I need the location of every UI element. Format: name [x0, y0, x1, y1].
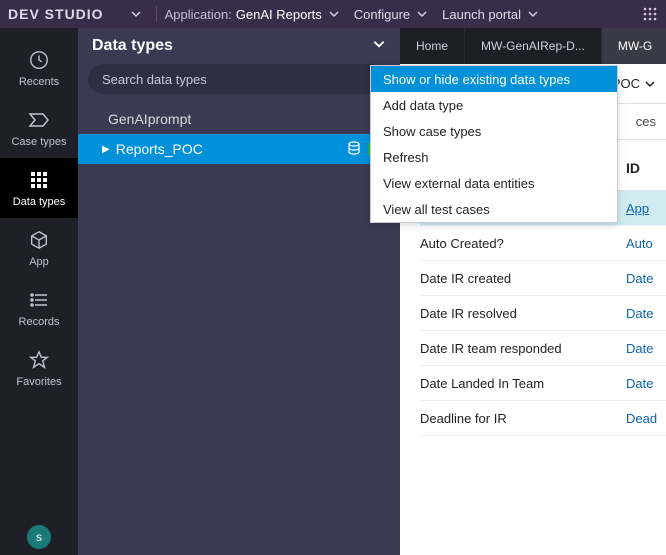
- cell-id[interactable]: Auto: [626, 236, 666, 251]
- tab-item[interactable]: MW-GenAIRep-D...: [465, 28, 602, 64]
- dropdown-item[interactable]: Refresh: [371, 144, 617, 170]
- database-icon: [346, 140, 362, 159]
- table-row[interactable]: Date IR createdDate: [420, 261, 666, 296]
- application-label: Application:: [165, 7, 232, 22]
- cell-name: Date IR resolved: [420, 306, 626, 321]
- cell-id[interactable]: Date: [626, 376, 666, 391]
- sidebar-item-label: App: [29, 256, 49, 268]
- chevron-down-icon[interactable]: [527, 8, 539, 20]
- cell-id[interactable]: Dead: [626, 411, 666, 426]
- table-row[interactable]: Auto Created?Auto: [420, 226, 666, 261]
- sidebar-item-data-types[interactable]: Data types: [0, 158, 78, 218]
- list-icon: [27, 288, 51, 312]
- dropdown-item[interactable]: View all test cases: [371, 196, 617, 222]
- application-name[interactable]: GenAI Reports: [236, 7, 322, 22]
- sidebar-item-label: Records: [19, 316, 60, 328]
- data-types-dropdown: Show or hide existing data types Add dat…: [370, 65, 618, 223]
- chevron-down-icon[interactable]: [416, 8, 428, 20]
- tab-bar: Home MW-GenAIRep-D... MW-G: [400, 28, 666, 64]
- launch-portal-menu[interactable]: Launch portal: [442, 7, 521, 22]
- sidebar-item-records[interactable]: Records: [0, 278, 78, 338]
- chevron-down-icon[interactable]: [328, 8, 340, 20]
- search-input[interactable]: Search data types: [88, 64, 390, 94]
- sidebar-item-recents[interactable]: Recents: [0, 38, 78, 98]
- caret-right-icon: ▶: [102, 144, 110, 155]
- grid-icon: [27, 168, 51, 192]
- panel-title: Data types: [92, 37, 173, 55]
- poc-dropdown[interactable]: POC: [612, 76, 656, 91]
- sidebar-item-app[interactable]: App: [0, 218, 78, 278]
- sidebar-item-label: Data types: [13, 196, 66, 208]
- sidebar-item-case-types[interactable]: Case types: [0, 98, 78, 158]
- cell-name: Date Landed In Team: [420, 376, 626, 391]
- table-row[interactable]: Date IR team respondedDate: [420, 331, 666, 366]
- table-row[interactable]: Deadline for IRDead: [420, 401, 666, 436]
- cell-id[interactable]: App: [626, 201, 666, 216]
- sidebar-item-label: Case types: [11, 136, 66, 148]
- data-types-panel: Data types Search data types GenAIprompt…: [78, 28, 400, 555]
- configure-menu[interactable]: Configure: [354, 7, 410, 22]
- cell-id[interactable]: Date: [626, 271, 666, 286]
- search-placeholder: Search data types: [102, 72, 207, 87]
- list-item-label: Reports_POC: [116, 141, 203, 157]
- dropdown-item[interactable]: Show case types: [371, 118, 617, 144]
- cube-icon: [27, 228, 51, 252]
- star-icon: [27, 348, 51, 372]
- sidebar-rail: Recents Case types Data types App Record…: [0, 28, 78, 555]
- avatar[interactable]: s: [27, 525, 51, 549]
- clock-icon: [27, 48, 51, 72]
- cell-id[interactable]: Date: [626, 341, 666, 356]
- cell-name: Auto Created?: [420, 236, 626, 251]
- cell-id[interactable]: Date: [626, 306, 666, 321]
- chevron-down-icon[interactable]: [130, 8, 142, 20]
- table-row[interactable]: Date Landed In TeamDate: [420, 366, 666, 401]
- list-item[interactable]: ▶ Reports_POC 3: [78, 134, 400, 164]
- tab-item[interactable]: MW-G: [602, 28, 666, 64]
- dropdown-item[interactable]: Show or hide existing data types: [371, 66, 617, 92]
- brand: DEV STUDIO: [8, 6, 104, 22]
- cell-name: Date IR team responded: [420, 341, 626, 356]
- apps-grid-icon[interactable]: [642, 6, 658, 22]
- cell-name: Date IR created: [420, 271, 626, 286]
- sidebar-item-label: Favorites: [16, 376, 61, 388]
- list-item-label: GenAIprompt: [108, 111, 191, 127]
- table-row[interactable]: Date IR resolvedDate: [420, 296, 666, 331]
- dropdown-item[interactable]: Add data type: [371, 92, 617, 118]
- top-bar: DEV STUDIO Application: GenAI Reports Co…: [0, 0, 666, 28]
- column-header-id[interactable]: ID: [626, 160, 666, 180]
- tag-icon: [27, 108, 51, 132]
- sidebar-item-favorites[interactable]: Favorites: [0, 338, 78, 398]
- tab-home[interactable]: Home: [400, 28, 465, 64]
- chevron-down-icon[interactable]: [372, 37, 386, 56]
- dropdown-item[interactable]: View external data entities: [371, 170, 617, 196]
- list-item[interactable]: GenAIprompt: [78, 104, 400, 134]
- sidebar-item-label: Recents: [19, 76, 59, 88]
- cell-name: Deadline for IR: [420, 411, 626, 426]
